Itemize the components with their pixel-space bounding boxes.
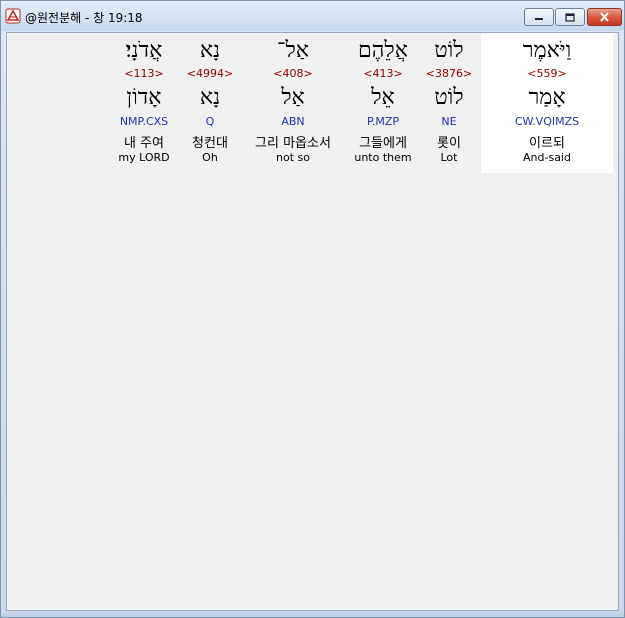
parsing-code: ABN [281,115,305,128]
close-button[interactable] [587,8,622,26]
word-column[interactable]: אֲלֵהֶם <413> אֵל P.MZP 그들에게 unto them [347,33,419,173]
word-column[interactable]: לוֹט <3876> לוֹט NE 롯이 Lot [419,33,479,173]
parsing-code: CW.VQIMZS [514,115,580,128]
korean-gloss: 롯이 [437,136,461,151]
hebrew-word: וַיֹּאמֶר [522,38,572,63]
english-gloss: my LORD [118,151,170,164]
strong-number[interactable]: <4994> [181,67,239,80]
strong-number[interactable]: <113> [111,67,177,80]
korean-gloss: 청컨대 [192,136,228,151]
korean-gloss: 그리 마옵소서 [255,136,331,151]
window-title: @원전분해 - 창 19:18 [25,11,143,25]
hebrew-word: אֲלֵהֶם [358,38,408,63]
strong-number[interactable]: <559> [481,67,613,80]
korean-gloss: 그들에게 [359,136,407,151]
hebrew-lemma: אַל [281,85,305,110]
english-gloss: not so [276,151,310,164]
english-gloss: And-said [523,151,571,164]
english-gloss: unto them [354,151,412,164]
app-window: @원전분해 - 창 19:18 וַיֹּאמֶר <559> אָמַר CW… [0,0,625,618]
word-column[interactable]: אַל־ <408> אַל ABN 그리 마옵소서 not so [241,33,345,173]
analysis-pane[interactable]: וַיֹּאמֶר <559> אָמַר CW.VQIMZS 이르되 And-… [6,32,619,611]
english-gloss: Oh [202,151,218,164]
strong-number[interactable]: <413> [347,67,419,80]
maximize-icon [565,12,575,22]
minimize-button[interactable] [524,8,554,26]
strong-number[interactable]: <408> [241,67,345,80]
hebrew-word: אֲדֹנָי׃ [125,38,163,63]
word-column[interactable]: נָא <4994> נָא Q 청컨대 Oh [181,33,239,173]
minimize-icon [535,18,543,20]
hebrew-lemma: לוֹט [434,85,464,110]
hebrew-lemma: אֵל [371,85,395,110]
hebrew-lemma: אָדוֹן [126,85,162,110]
hebrew-lemma: נָא [199,85,221,110]
title-bar[interactable]: @원전분해 - 창 19:18 [1,1,624,31]
parsing-code: NMP.CXS [119,115,169,128]
hebrew-word: נָא [199,38,221,63]
hebrew-lemma: אָמַר [528,85,566,110]
strong-number[interactable]: <3876> [419,67,479,80]
word-column[interactable]: וַיֹּאמֶר <559> אָמַר CW.VQIMZS 이르되 And-… [481,33,613,173]
app-icon[interactable] [5,8,21,24]
parsing-code: NE [441,115,457,128]
word-column[interactable]: אֲדֹנָי׃ <113> אָדוֹן NMP.CXS 내 주여 my LO… [111,33,177,173]
parsing-code: Q [205,115,215,128]
english-gloss: Lot [440,151,458,164]
korean-gloss: 내 주여 [123,136,164,151]
korean-gloss: 이르되 [529,136,565,151]
close-icon [600,12,609,22]
window-bottom-border [1,611,624,617]
maximize-button[interactable] [555,8,585,26]
hebrew-word: לוֹט [434,38,464,63]
hebrew-word: אַל־ [277,38,309,63]
parsing-code: P.MZP [366,115,400,128]
